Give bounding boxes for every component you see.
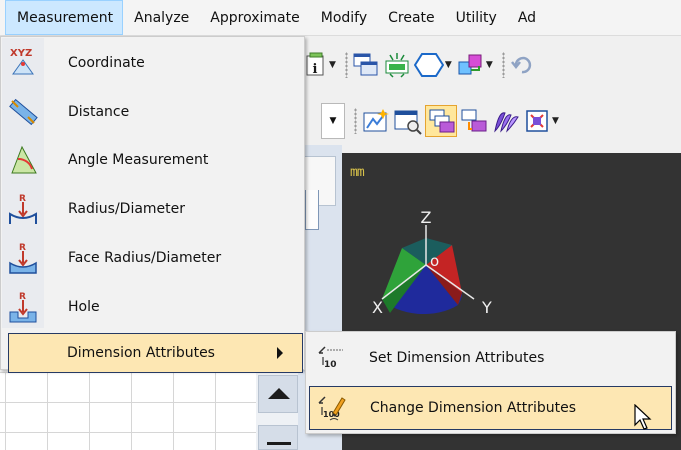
menu-item-hole[interactable]: R Hole (2, 283, 303, 331)
axis-x-label: X (372, 298, 383, 317)
hole-icon: R (2, 283, 44, 331)
origin-mark: o (430, 252, 439, 270)
face-radius-icon: R (2, 234, 44, 282)
menu-item-label: Angle Measurement (68, 152, 209, 168)
layers-arrange-icon (461, 109, 487, 132)
fan-view-button[interactable] (491, 105, 521, 137)
info-button[interactable]: i ▼ (304, 49, 339, 81)
menu-create[interactable]: Create (377, 0, 445, 35)
grid-sheet (0, 372, 258, 450)
submenu-arrow-icon (277, 347, 283, 359)
measurement-dropdown-menu: XYZ Coordinate Distance Angle Measuremen… (0, 36, 305, 373)
new-view-button[interactable] (361, 105, 391, 137)
menu-item-label: Face Radius/Diameter (68, 250, 222, 266)
submenu-item-label: Set Dimension Attributes (369, 349, 545, 366)
info-icon: i (306, 52, 324, 77)
menu-item-label: Radius/Diameter (68, 201, 186, 217)
side-tab-inner (305, 190, 319, 230)
toolbar-row-1: i ▼ ▼ ▼ (298, 44, 681, 86)
screen-capture-button[interactable] (382, 49, 412, 81)
zoom-window-button[interactable] (393, 105, 423, 137)
hexagon-icon (413, 53, 444, 77)
svg-text:i: i (313, 62, 318, 77)
angle-icon (2, 136, 44, 184)
submenu-item-set-dimension-attributes[interactable]: 10 Set Dimension Attributes (307, 334, 674, 381)
change-dimension-attributes-icon: 100 (310, 393, 352, 423)
layer-cascade-button[interactable] (425, 105, 457, 137)
new-window-spark-icon (363, 109, 389, 132)
menu-item-label: Distance (68, 104, 130, 120)
menu-item-label: Dimension Attributes (67, 345, 215, 361)
axis-z-label: Z (421, 208, 432, 227)
toolbar-row-2: ▼ (350, 100, 681, 142)
scroll-up-button[interactable] (258, 375, 298, 413)
menu-item-dimension-attributes[interactable]: Dimension Attributes (8, 333, 303, 373)
menu-item-angle-measurement[interactable]: Angle Measurement (2, 136, 303, 184)
fan-surfaces-icon (494, 112, 519, 133)
submenu-item-label: Change Dimension Attributes (370, 400, 577, 416)
dimension-attributes-submenu: 10 Set Dimension Attributes 100 Change D… (305, 331, 676, 434)
undo-button[interactable] (509, 49, 535, 81)
axis-y-label: Y (481, 298, 492, 317)
menu-item-coordinate[interactable]: XYZ Coordinate (2, 39, 303, 87)
window-layout-icon (353, 53, 378, 76)
scroll-bottom-button[interactable] (258, 425, 298, 450)
menu-approximate[interactable]: Approximate (199, 0, 309, 35)
burst-screen-icon (385, 53, 409, 78)
menu-analyze[interactable]: Analyze (123, 0, 199, 35)
menu-item-face-radius-diameter[interactable]: R Face Radius/Diameter (2, 234, 303, 282)
set-dimension-attributes-icon: 10 (309, 343, 351, 373)
toolbar-separator (354, 108, 357, 134)
view-transform-button[interactable]: ▼ (457, 49, 496, 81)
toolbar-separator (501, 52, 505, 78)
menu-modify[interactable]: Modify (310, 0, 377, 35)
toolbar-separator (344, 52, 348, 78)
window-zoom-icon (394, 110, 422, 135)
menu-item-distance[interactable]: Distance (2, 88, 303, 136)
dropdown-arrow[interactable]: ▼ (321, 103, 345, 139)
fit-frame-icon (526, 110, 548, 132)
menu-ad-truncated[interactable]: Ad (507, 0, 546, 35)
hexagon-button[interactable]: ▼ (413, 49, 455, 81)
coordinate-xyz-icon: XYZ (2, 39, 44, 87)
menu-bar: Measurement Analyze Approximate Modify C… (0, 0, 681, 36)
menu-utility[interactable]: Utility (445, 0, 507, 35)
new-window-button[interactable] (352, 49, 380, 81)
menu-item-label: Hole (68, 299, 100, 315)
layer-arrange-button[interactable] (459, 105, 489, 137)
svg-text:10: 10 (324, 360, 337, 370)
undo-icon (510, 56, 531, 74)
fit-frame-button[interactable]: ▼ (523, 105, 562, 137)
submenu-item-change-dimension-attributes[interactable]: 100 Change Dimension Attributes (309, 386, 672, 430)
menu-item-radius-diameter[interactable]: R Radius/Diameter (2, 185, 303, 233)
menu-item-label: Coordinate (68, 55, 145, 71)
distance-ruler-icon (2, 88, 44, 136)
radius-icon: R (2, 185, 44, 233)
layers-cascade-icon (429, 109, 455, 133)
mouse-cursor-icon (634, 404, 652, 430)
svg-text:XYZ: XYZ (10, 48, 32, 59)
color-cubes-icon (458, 54, 482, 75)
menu-measurement[interactable]: Measurement (5, 0, 124, 35)
